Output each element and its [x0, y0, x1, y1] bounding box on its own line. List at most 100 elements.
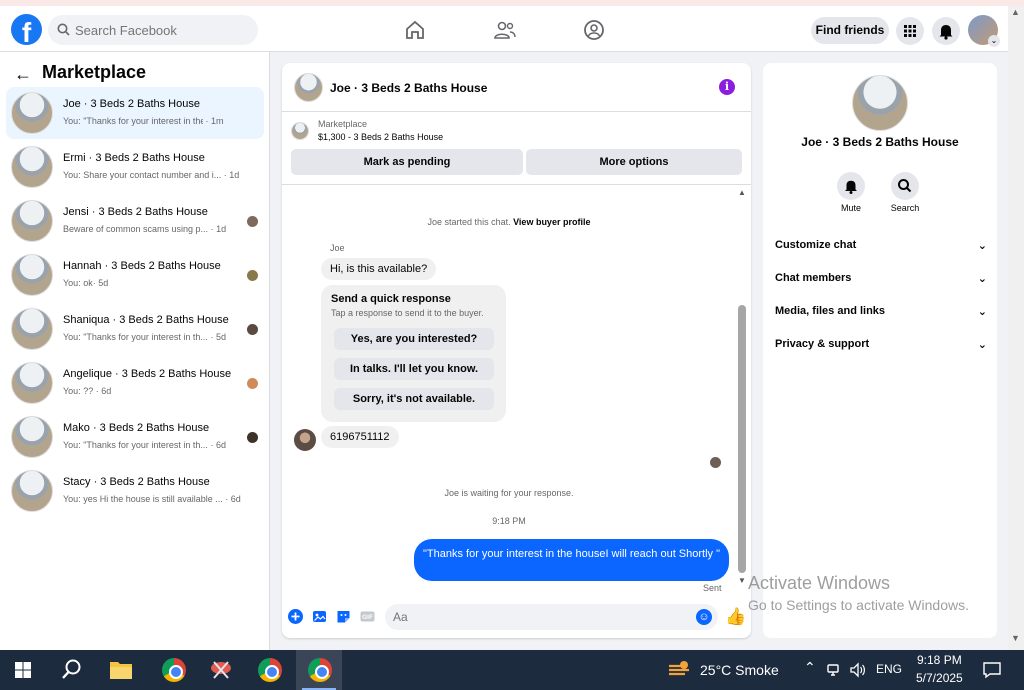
- conversation-item[interactable]: Joe · 3 Beds 2 Baths House You: "Thanks …: [6, 87, 264, 139]
- privacy-support-section[interactable]: Privacy & support ⌄: [775, 338, 987, 360]
- facebook-top-bar: f Find friends ⌄: [0, 6, 1008, 52]
- message-input[interactable]: [385, 604, 718, 630]
- listing-thumbnail: [11, 254, 53, 296]
- quick-response-button[interactable]: In talks. I'll let you know.: [334, 358, 494, 380]
- chat-header: Joe · 3 Beds 2 Baths House i: [282, 63, 751, 112]
- read-receipt-avatar: [247, 324, 258, 335]
- conversation-name: Ermi · 3 Beds 2 Baths House: [63, 152, 205, 164]
- facebook-logo[interactable]: f: [11, 14, 42, 45]
- conversation-item[interactable]: Hannah · 3 Beds 2 Baths House You: ok· 5…: [6, 249, 264, 301]
- waiting-notice: Joe is waiting for your response.: [444, 488, 574, 498]
- menu-button[interactable]: [896, 17, 924, 45]
- account-avatar[interactable]: ⌄: [968, 15, 1000, 47]
- listing-thumbnail: [11, 308, 53, 350]
- sticker-icon[interactable]: [335, 608, 352, 625]
- read-receipt-avatar: [247, 378, 258, 389]
- notification-center-icon[interactable]: [982, 660, 1002, 680]
- search-in-chat-button[interactable]: [891, 172, 919, 200]
- snipping-tool-button[interactable]: [198, 650, 244, 690]
- windows-taskbar: 25°C Smoke ⌃ ENG 9:18 PM 5/7/2025: [0, 650, 1024, 690]
- scroll-down-arrow-icon[interactable]: ▼: [1011, 633, 1020, 643]
- sender-name: Joe: [330, 243, 345, 253]
- mark-as-pending-button[interactable]: Mark as pending: [291, 149, 523, 175]
- listing-label: Marketplace: [318, 119, 368, 129]
- listing-thumbnail: [11, 200, 53, 242]
- folder-icon: [110, 662, 132, 679]
- listing-thumbnail: [11, 146, 53, 188]
- chevron-up-icon[interactable]: ⌃: [804, 659, 816, 676]
- conversation-item[interactable]: Angelique · 3 Beds 2 Baths House You: ??…: [6, 357, 264, 409]
- scroll-up-arrow-icon[interactable]: ▲: [738, 188, 746, 197]
- chat-scrollbar[interactable]: ▲ ▼: [737, 188, 747, 588]
- chrome-active-button[interactable]: [296, 650, 342, 690]
- customize-chat-section[interactable]: Customize chat ⌄: [775, 239, 987, 261]
- taskbar-search-button[interactable]: [48, 650, 94, 690]
- file-explorer-button[interactable]: [98, 650, 144, 690]
- listing-thumbnail: [11, 92, 53, 134]
- clock-time[interactable]: 9:18 PM: [917, 653, 962, 667]
- marketplace-inbox: ← Marketplace Joe · 3 Beds 2 Baths House…: [0, 52, 270, 650]
- emoji-icon[interactable]: ☺: [696, 609, 712, 625]
- chrome-profile-button[interactable]: [246, 650, 292, 690]
- chrome-profile-button[interactable]: [150, 650, 196, 690]
- chat-title[interactable]: Joe · 3 Beds 2 Baths House: [330, 81, 487, 95]
- conversation-item[interactable]: Ermi · 3 Beds 2 Baths House You: Share y…: [6, 141, 264, 193]
- conversation-item[interactable]: Shaniqua · 3 Beds 2 Baths House You: "Th…: [6, 303, 264, 355]
- conversation-name: Joe · 3 Beds 2 Baths House: [63, 98, 200, 110]
- find-friends-button[interactable]: Find friends: [811, 17, 889, 44]
- back-arrow-icon[interactable]: ←: [14, 64, 32, 85]
- language-indicator[interactable]: ENG: [876, 662, 902, 676]
- windows-logo-icon: [15, 662, 31, 678]
- conversation-name: Stacy · 3 Beds 2 Baths House: [63, 476, 210, 488]
- start-button[interactable]: [0, 650, 46, 690]
- chat-members-section[interactable]: Chat members ⌄: [775, 272, 987, 294]
- view-buyer-profile-link[interactable]: View buyer profile: [513, 217, 590, 227]
- photo-icon[interactable]: [311, 608, 328, 625]
- volume-icon[interactable]: [849, 661, 867, 679]
- weather-text[interactable]: 25°C Smoke: [700, 662, 779, 678]
- chat-start-notice: Joe started this chat. View buyer profil…: [427, 217, 591, 227]
- info-icon[interactable]: i: [719, 79, 735, 95]
- bell-icon: [939, 25, 953, 40]
- message-timestamp: 9:18 PM: [492, 516, 526, 526]
- watermark-line: Activate Windows: [748, 573, 891, 593]
- gif-icon[interactable]: GIF: [359, 608, 376, 625]
- quick-response-button[interactable]: Yes, are you interested?: [334, 328, 494, 350]
- scroll-down-arrow-icon[interactable]: ▼: [738, 576, 746, 585]
- media-files-links-section[interactable]: Media, files and links ⌄: [775, 305, 987, 327]
- plus-circle-icon[interactable]: [287, 608, 304, 625]
- conversation-item[interactable]: Jensi · 3 Beds 2 Baths House Beware of c…: [6, 195, 264, 247]
- chevron-down-icon: ⌄: [977, 273, 987, 285]
- listing-thumbnail: [852, 75, 908, 131]
- clock-date[interactable]: 5/7/2025: [916, 671, 963, 685]
- home-icon[interactable]: [403, 18, 427, 42]
- listing-thumbnail[interactable]: [291, 122, 309, 140]
- message-composer: GIF ☺ 👍: [282, 599, 751, 638]
- grid-menu-icon: [904, 25, 916, 37]
- scroll-up-arrow-icon[interactable]: ▲: [1011, 7, 1020, 17]
- chevron-down-icon: ⌄: [977, 240, 987, 252]
- search-box[interactable]: [48, 15, 258, 45]
- more-options-button[interactable]: More options: [526, 149, 742, 175]
- network-icon[interactable]: [826, 662, 842, 678]
- notifications-button[interactable]: [932, 17, 960, 45]
- quick-response-button[interactable]: Sorry, it's not available.: [334, 388, 494, 410]
- listing-thumbnail[interactable]: [294, 73, 323, 102]
- search-icon: [62, 659, 81, 679]
- outgoing-message: "Thanks for your interest in the houseI …: [414, 539, 729, 581]
- friends-icon[interactable]: [493, 18, 517, 42]
- quick-response-card: Send a quick response Tap a response to …: [321, 285, 506, 422]
- search-input[interactable]: [75, 15, 250, 45]
- sender-avatar[interactable]: [294, 429, 316, 451]
- chevron-down-icon: ⌄: [977, 339, 987, 351]
- scroll-thumb[interactable]: [738, 305, 746, 573]
- details-name: Joe · 3 Beds 2 Baths House: [801, 135, 959, 149]
- thumbs-up-icon[interactable]: 👍: [725, 607, 746, 627]
- seen-avatar: [710, 457, 721, 468]
- conversation-item[interactable]: Stacy · 3 Beds 2 Baths House You: yes Hi…: [6, 465, 264, 517]
- page-title: Marketplace: [42, 62, 147, 82]
- mute-button[interactable]: [837, 172, 865, 200]
- groups-icon[interactable]: [582, 18, 606, 42]
- conversation-item[interactable]: Mako · 3 Beds 2 Baths House You: "Thanks…: [6, 411, 264, 463]
- page-scrollbar[interactable]: ▲ ▼: [1008, 6, 1024, 650]
